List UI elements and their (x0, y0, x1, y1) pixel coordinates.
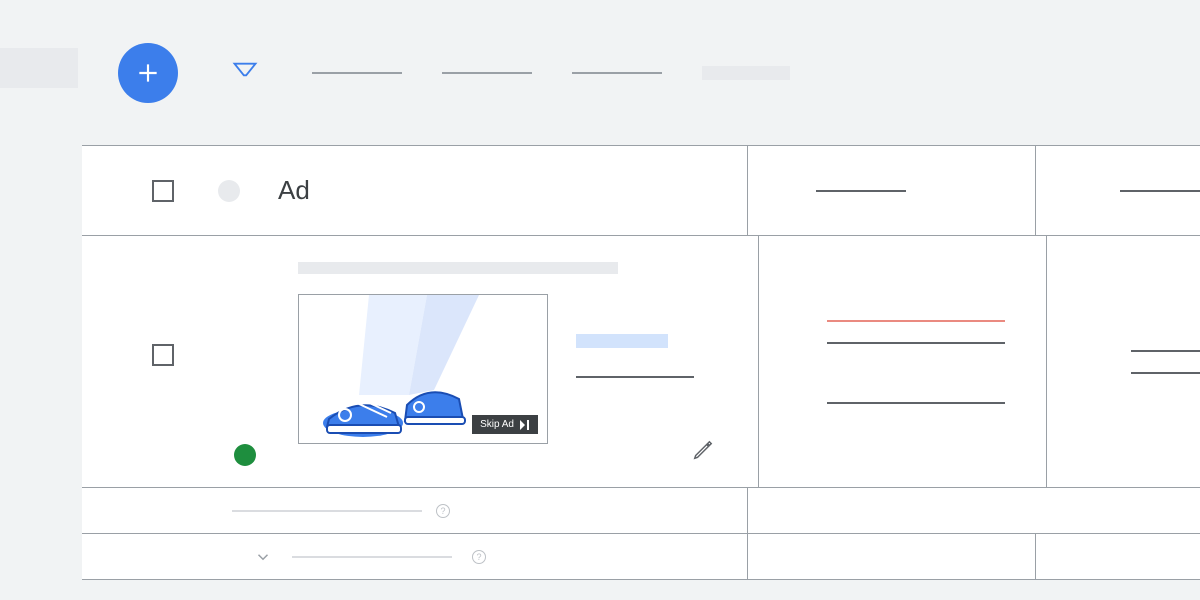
segment-placeholder-block[interactable] (702, 66, 790, 80)
edit-button[interactable] (692, 439, 714, 461)
status-column-icon (218, 180, 240, 202)
status-line-warning (827, 320, 1005, 322)
table-header-row: Ad (82, 146, 1200, 236)
video-thumbnail[interactable]: Skip Ad (298, 294, 548, 444)
ads-table: Ad (82, 145, 1200, 580)
expand-row: ? (82, 534, 1200, 580)
segment-placeholder[interactable] (312, 72, 402, 74)
expand-button[interactable] (254, 548, 272, 566)
ad-label-placeholder (576, 334, 668, 348)
ad-title-placeholder (298, 262, 618, 274)
skip-ad-label: Skip Ad (480, 419, 514, 430)
select-all-checkbox[interactable] (152, 180, 174, 202)
chevron-down-icon (254, 548, 272, 566)
column-header-ad[interactable]: Ad (278, 175, 310, 206)
metric-placeholder (827, 342, 1005, 344)
help-icon[interactable]: ? (472, 550, 486, 564)
summary-label-placeholder (232, 510, 422, 512)
skip-icon (520, 420, 530, 430)
ad-meta (576, 294, 694, 378)
add-button[interactable] (118, 43, 178, 103)
segment-placeholder[interactable] (442, 72, 532, 74)
metric-placeholder (1131, 372, 1200, 374)
help-icon[interactable]: ? (436, 504, 450, 518)
funnel-icon (231, 59, 259, 87)
expand-label-placeholder (292, 556, 452, 558)
filter-button[interactable] (228, 56, 262, 90)
table-row: Skip Ad (82, 236, 1200, 488)
column-header-placeholder[interactable] (816, 190, 906, 192)
sidebar-active-item[interactable] (0, 48, 78, 88)
toolbar (82, 0, 1200, 145)
segment-placeholder[interactable] (572, 72, 662, 74)
ad-subtext-placeholder (576, 376, 694, 378)
metric-placeholder (827, 402, 1005, 404)
toolbar-segments (312, 66, 790, 80)
column-header-placeholder[interactable] (1120, 190, 1200, 192)
pencil-icon (692, 439, 714, 461)
skip-ad-button[interactable]: Skip Ad (472, 415, 538, 434)
summary-row: ? (82, 488, 1200, 534)
metric-placeholder (1131, 350, 1200, 352)
status-enabled-icon[interactable] (234, 444, 256, 466)
row-checkbox[interactable] (152, 344, 174, 366)
plus-icon (135, 60, 161, 86)
